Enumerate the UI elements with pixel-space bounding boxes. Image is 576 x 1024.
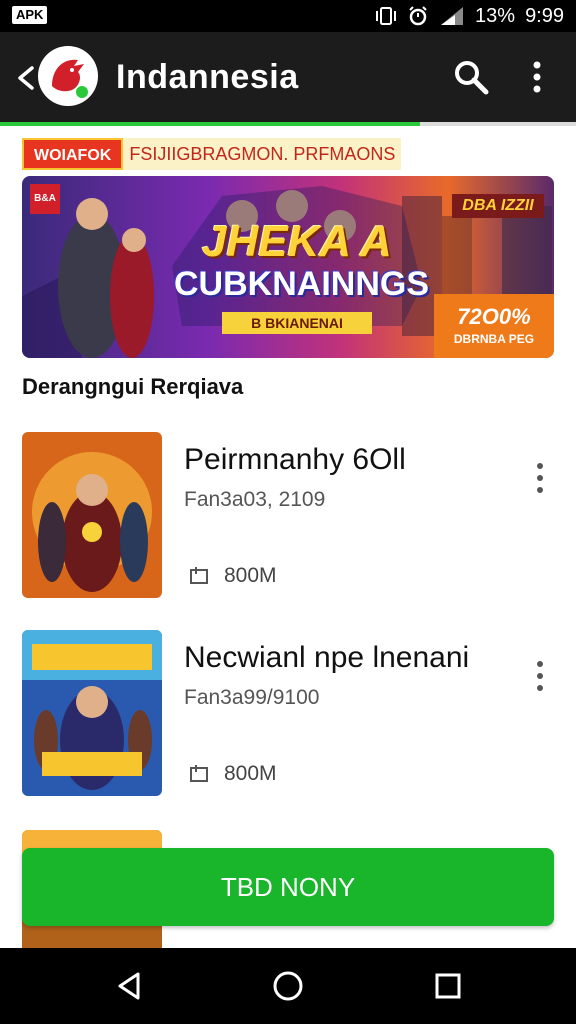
nav-recents-icon[interactable] <box>430 968 466 1004</box>
promo-text: FSIJIIGBRAGMON. PRFMAONS <box>123 138 402 170</box>
signal-icon <box>439 5 465 27</box>
banner-offer-badge: 72O0% DBRNBA PEG <box>434 294 554 358</box>
list-item-meta: Fan3a03, 2109 <box>184 488 326 511</box>
list-item-title: Peirmnanhy 6Oll <box>184 443 406 476</box>
banner-corner-label: DBA IZZII <box>452 194 544 218</box>
vibrate-icon <box>375 5 397 27</box>
nav-back-icon[interactable] <box>112 968 148 1004</box>
promo-strip[interactable]: WOIAFOK FSIJIIGBRAGMON. PRFMAONS <box>22 138 402 170</box>
featured-banner[interactable]: B&A JHEKA A CUBKNAINNGS B BKIANENAI DBA … <box>22 176 554 358</box>
banner-title: JHEKA A <box>202 217 392 266</box>
download-size-icon <box>188 564 210 586</box>
list-item-title: Necwianl npe lnenani <box>184 641 470 674</box>
more-vert-icon[interactable] <box>530 460 550 496</box>
app-logo <box>38 46 98 106</box>
list-item-thumbnail <box>22 630 162 796</box>
list-item-size: 800M <box>224 762 277 785</box>
status-bar: APK 13% 9:99 <box>0 0 576 32</box>
banner-subtitle: CUBKNAINNGS <box>174 265 429 303</box>
list-item[interactable]: Peirmnanhy 6Oll Fan3a03, 2109 800M <box>22 432 554 598</box>
banner-ribbon: B BKIANENAI <box>222 312 372 334</box>
app-title: Indannesia <box>116 58 299 96</box>
search-icon[interactable] <box>452 58 490 96</box>
banner-offer-label: DBRNBA PEG <box>453 332 535 346</box>
status-icons: 13% 9:99 <box>375 0 564 32</box>
list-item-thumbnail <box>22 432 162 598</box>
clock: 9:99 <box>525 4 564 27</box>
battery-percent: 13% <box>475 4 516 27</box>
more-vert-icon[interactable] <box>524 58 550 96</box>
apk-badge: APK <box>12 6 48 24</box>
loading-progress-track <box>420 122 576 126</box>
banner-small-badge: B&A <box>30 184 60 214</box>
list-item-meta: Fan3a99/9100 <box>184 686 320 709</box>
download-now-button[interactable]: TBD NONY <box>22 848 554 926</box>
banner-offer-value: 72O0% <box>457 304 531 329</box>
promo-tag: WOIAFOK <box>22 138 124 170</box>
loading-progress-fill <box>0 122 420 126</box>
app-bar: Indannesia <box>0 32 576 124</box>
list-item-size: 800M <box>224 564 277 587</box>
nav-home-icon[interactable] <box>270 968 306 1004</box>
back-icon[interactable] <box>14 62 38 94</box>
alarm-icon <box>407 5 429 27</box>
download-size-icon <box>188 762 210 784</box>
section-title: Derangngui Rerqiava <box>22 374 244 399</box>
list-item[interactable]: Necwianl npe lnenani Fan3a99/9100 800M <box>22 630 554 796</box>
system-nav-bar <box>0 948 576 1024</box>
more-vert-icon[interactable] <box>530 658 550 694</box>
